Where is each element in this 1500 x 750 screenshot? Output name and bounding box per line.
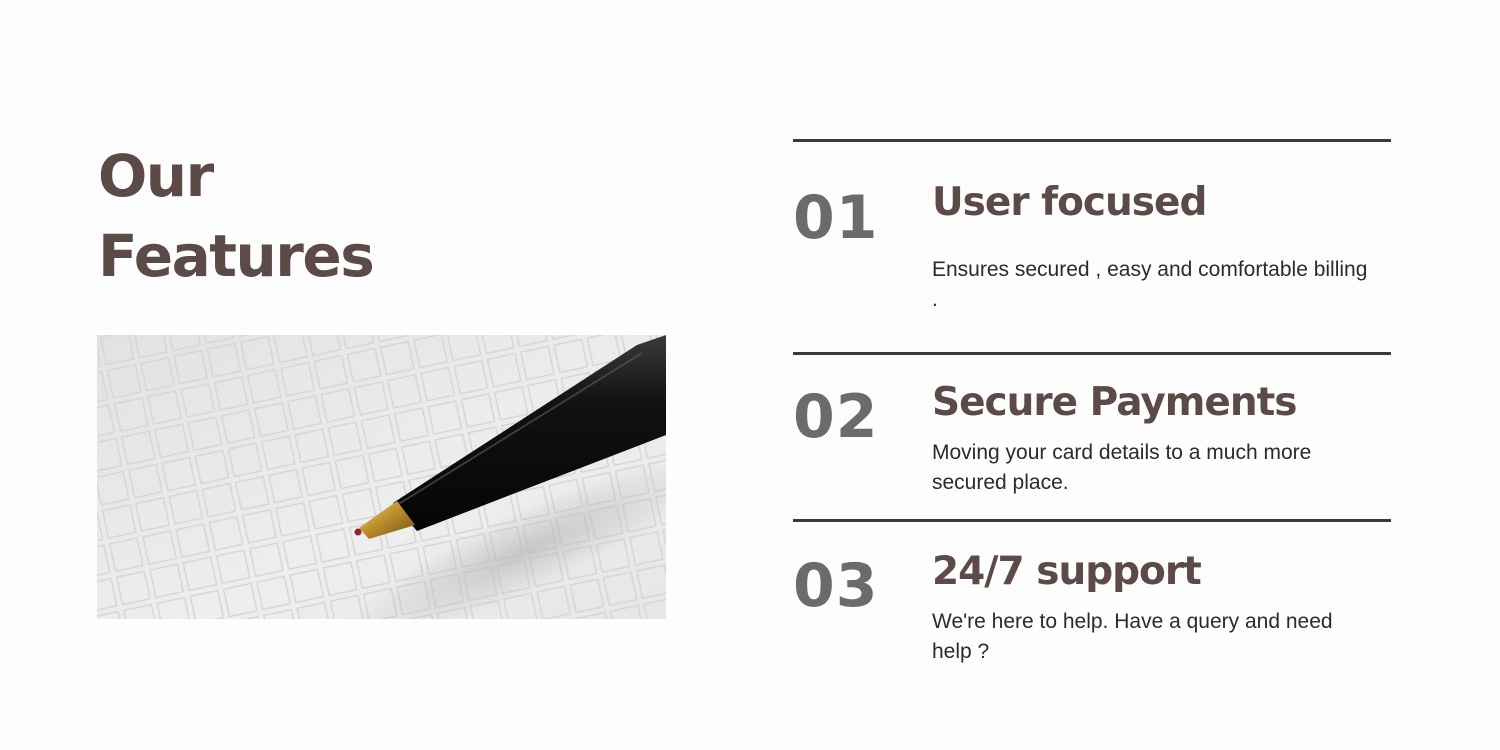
feature-number: 01 <box>793 183 879 253</box>
section-title-line-2: Features <box>98 222 375 290</box>
feature-title: Secure Payments <box>932 380 1297 425</box>
feature-divider <box>793 519 1391 522</box>
section-title: Our Features <box>98 136 375 296</box>
pen-photo <box>97 335 666 619</box>
feature-description: Moving your card details to a much more … <box>932 441 1312 494</box>
section-title-line-1: Our <box>98 142 214 210</box>
feature-divider <box>793 352 1391 355</box>
feature-number: 03 <box>793 551 879 621</box>
feature-description: We're here to help. Have a query and nee… <box>932 610 1333 663</box>
pen-image <box>97 335 666 619</box>
feature-divider-top <box>793 139 1391 142</box>
feature-title: User focused <box>932 180 1207 225</box>
feature-number: 02 <box>793 382 879 452</box>
feature-title: 24/7 support <box>932 549 1202 594</box>
feature-description: Ensures secured , easy and comfortable b… <box>932 258 1368 311</box>
